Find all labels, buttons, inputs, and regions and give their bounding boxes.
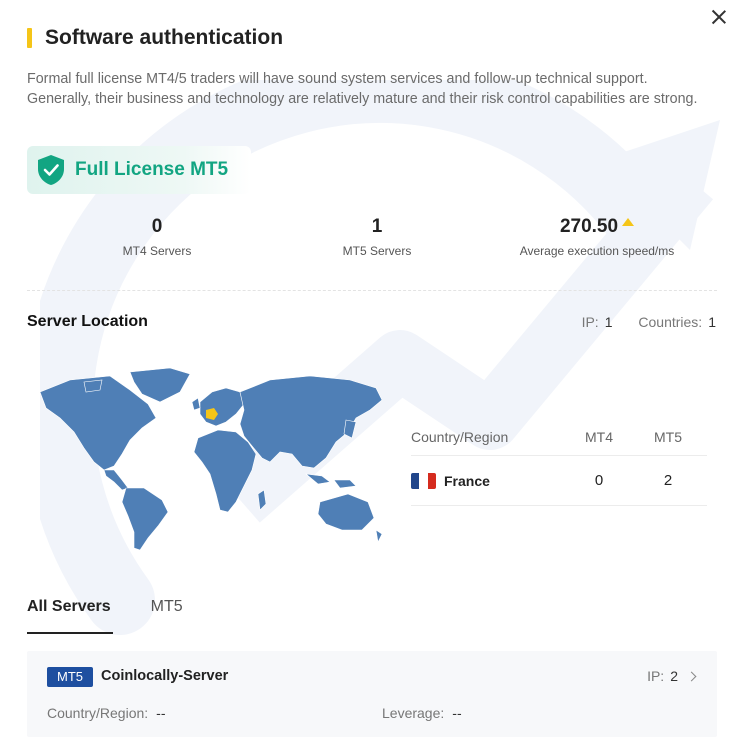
stat-label: MT5 Servers <box>342 244 412 258</box>
stat-value: 0 <box>151 216 163 237</box>
mt5-badge: MT5 <box>47 667 93 687</box>
location-stats: IP: 1 Countries: 1 <box>582 314 716 330</box>
mt5-count: 2 <box>663 472 673 489</box>
country-table: Country/Region MT4 MT5 France 0 2 <box>411 418 707 506</box>
stat-label: Average execution speed/ms <box>519 244 675 258</box>
server-location-title: Server Location <box>27 313 148 330</box>
leverage-label: Leverage: <box>382 705 445 721</box>
license-label: Full License MT5 <box>75 159 229 180</box>
divider <box>27 290 717 291</box>
stats-row: 0 MT4 Servers 1 MT5 Servers 270.50 Avera… <box>27 214 717 274</box>
shield-check-icon <box>38 155 64 185</box>
tab-mt5[interactable]: MT5 <box>151 598 183 634</box>
ip-label: IP: <box>647 668 665 684</box>
country-name: France <box>444 473 490 490</box>
world-map <box>39 367 383 551</box>
stat-value: 270.50 <box>559 216 619 237</box>
chevron-right-icon <box>686 671 697 682</box>
mt4-count: 0 <box>594 472 604 489</box>
arrow-up-icon <box>622 218 635 226</box>
column-header: MT4 <box>585 428 613 445</box>
table-header: Country/Region MT4 MT5 <box>411 418 707 456</box>
server-tabs: All Servers MT5 <box>27 598 223 634</box>
countries-value: 1 <box>708 314 716 330</box>
tab-all-servers[interactable]: All Servers <box>27 598 113 634</box>
column-header: Country/Region <box>411 428 509 445</box>
stat-mt5-servers: 1 MT5 Servers <box>287 214 467 258</box>
title-accent-bar <box>27 28 32 48</box>
server-leverage: Leverage: -- <box>382 705 462 721</box>
ip-value: 2 <box>670 668 678 684</box>
description-text: Formal full license MT4/5 traders will h… <box>27 71 698 107</box>
page-title: Software authentication <box>45 26 284 49</box>
column-header: MT5 <box>654 428 682 445</box>
stat-execution-speed: 270.50 Average execution speed/ms <box>497 214 697 258</box>
close-icon[interactable] <box>708 6 730 28</box>
server-card[interactable]: MT5 Coinlocally-Server IP: 2 Country/Regi… <box>27 651 717 737</box>
stat-value: 1 <box>371 216 383 237</box>
server-ip-link[interactable]: IP: 2 <box>647 668 697 684</box>
country-value: -- <box>156 705 166 721</box>
stat-mt4-servers: 0 MT4 Servers <box>67 214 247 258</box>
flag-france-icon <box>411 473 436 490</box>
server-country: Country/Region: -- <box>47 705 166 721</box>
table-row: France 0 2 <box>411 456 707 506</box>
license-badge: Full License MT5 <box>27 146 251 194</box>
country-label: Country/Region: <box>47 705 149 721</box>
server-name: Coinlocally-Server <box>101 668 229 684</box>
countries-label: Countries: <box>638 314 703 330</box>
leverage-value: -- <box>452 705 462 721</box>
stat-label: MT4 Servers <box>122 244 192 258</box>
header: Software authentication <box>27 26 283 50</box>
ip-value: 1 <box>604 314 613 330</box>
ip-label: IP: <box>581 314 599 330</box>
